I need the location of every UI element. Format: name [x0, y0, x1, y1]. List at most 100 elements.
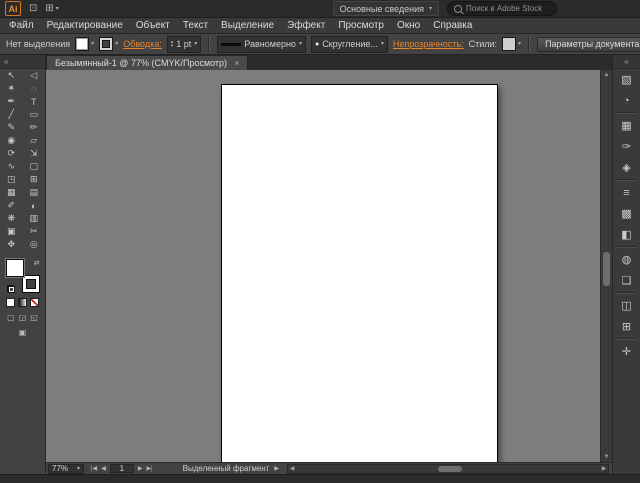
menu-edit[interactable]: Редактирование [47, 20, 123, 31]
opacity-panel-link[interactable]: Непрозрачность: [393, 39, 464, 49]
rotate-tool[interactable]: ⟳ [0, 147, 23, 160]
slice-tool[interactable]: ✂ [23, 225, 46, 238]
eyedropper-tool[interactable]: ✐ [0, 199, 23, 212]
color-fill-icon[interactable] [6, 298, 15, 307]
spinner-icons[interactable]: ▴ ▾ [171, 40, 174, 49]
next-artboard-button[interactable]: ▶ [138, 465, 143, 472]
menu-window[interactable]: Окно [397, 20, 420, 31]
selection-tool[interactable]: ↖ [0, 69, 23, 82]
perspective-grid-tool[interactable]: ⊞ [23, 173, 46, 186]
brush-definition-dropdown[interactable]: ● Скругление... ▾ [310, 35, 388, 53]
document-setup-button[interactable]: Параметры документа [537, 36, 640, 52]
stroke-color-well[interactable] [21, 275, 40, 293]
graphic-style-picker[interactable]: ▾ [502, 37, 521, 51]
column-graph-tool[interactable]: ▥ [23, 212, 46, 225]
none-fill-icon[interactable] [30, 298, 39, 307]
blob-brush-tool[interactable]: ◉ [0, 134, 23, 147]
symbols-panel-icon[interactable]: ◈ [613, 157, 640, 178]
collapse-panel-icon[interactable]: « [4, 57, 8, 66]
direct-selection-tool[interactable]: ◁ [23, 69, 46, 82]
artboard[interactable] [221, 84, 498, 462]
horizontal-scroll-thumb[interactable] [438, 465, 463, 472]
hand-tool[interactable]: ✥ [0, 238, 23, 251]
draw-behind-icon[interactable]: ◲ [19, 313, 27, 322]
scale-tool[interactable]: ⇲ [23, 147, 46, 160]
color-guide-panel-icon[interactable]: ◔ [613, 90, 640, 111]
stroke-panel-link[interactable]: Обводка: [123, 39, 162, 49]
zoom-level-dropdown[interactable]: 77% ▾ [48, 463, 84, 474]
color-panel-icon[interactable]: ▧ [613, 69, 640, 90]
bridge-icon[interactable]: ⊡ [29, 3, 37, 14]
scroll-right-icon[interactable]: ▶ [600, 465, 608, 473]
menu-view[interactable]: Просмотр [338, 20, 384, 31]
scroll-down-icon[interactable]: ▼ [601, 452, 612, 462]
scroll-up-icon[interactable]: ▲ [601, 70, 612, 80]
gradient-tool[interactable]: ▤ [23, 186, 46, 199]
magic-wand-tool[interactable]: ✶ [0, 82, 23, 95]
draw-normal-icon[interactable]: ▢ [7, 313, 15, 322]
transparency-panel-icon[interactable]: ◧ [613, 224, 640, 245]
stroke-color-picker[interactable]: ▾ [99, 37, 118, 51]
menu-help[interactable]: Справка [433, 20, 472, 31]
dock-header[interactable]: « [613, 55, 640, 69]
spin-down-icon[interactable]: ▾ [171, 44, 174, 49]
paintbrush-tool[interactable]: ✎ [0, 121, 23, 134]
layers-panel-icon[interactable]: ◫ [613, 295, 640, 316]
lasso-tool[interactable]: ◌ [23, 82, 46, 95]
line-segment-tool[interactable]: ╱ [0, 108, 23, 121]
width-tool[interactable]: ∿ [0, 160, 23, 173]
artboard-number-field[interactable]: 1 [109, 464, 134, 473]
status-display-dropdown[interactable]: Выделенный фрагмент ▶ [183, 464, 279, 473]
workspace-switcher[interactable]: Основные сведения ▾ [332, 1, 439, 16]
horizontal-scrollbar[interactable]: ◀ ▶ [287, 463, 609, 474]
expand-panels-icon[interactable]: « [624, 57, 628, 66]
vertical-scrollbar[interactable]: ▲ ▼ [600, 70, 612, 462]
swap-fill-stroke-icon[interactable]: ⇄ [34, 260, 40, 267]
blend-tool[interactable]: ◐ [23, 199, 46, 212]
pen-tool[interactable]: ✒ [0, 95, 23, 108]
gradient-panel-icon[interactable]: ▩ [613, 203, 640, 224]
last-artboard-button[interactable]: ▶| [146, 465, 152, 472]
menu-effect[interactable]: Эффект [287, 20, 325, 31]
gradient-fill-icon[interactable] [18, 298, 27, 307]
previous-artboard-button[interactable]: ◀ [101, 465, 106, 472]
tools-panel-header[interactable]: « [0, 55, 45, 69]
close-icon[interactable]: × [234, 58, 239, 68]
rectangle-tool[interactable]: ▭ [23, 108, 46, 121]
brushes-panel-icon[interactable]: ✑ [613, 136, 640, 157]
artboards-panel-icon[interactable]: ⊞ [613, 316, 640, 337]
canvas-area[interactable] [46, 70, 600, 462]
type-tool[interactable]: T [23, 95, 46, 108]
stock-search-box[interactable] [447, 1, 557, 16]
symbol-sprayer-tool[interactable]: ❋ [0, 212, 23, 225]
menu-type[interactable]: Текст [183, 20, 208, 31]
menu-object[interactable]: Объект [136, 20, 170, 31]
zoom-tool[interactable]: ◎ [23, 238, 46, 251]
eraser-tool[interactable]: ▱ [23, 134, 46, 147]
default-colors-icon[interactable] [6, 285, 15, 293]
menu-select[interactable]: Выделение [221, 20, 274, 31]
stock-search-input[interactable] [466, 4, 550, 13]
graphic-styles-panel-icon[interactable]: ❏ [613, 270, 640, 291]
width-profile-dropdown[interactable]: Равномерно ▾ [217, 35, 306, 53]
artboard-tool[interactable]: ▣ [0, 225, 23, 238]
navigator-panel-icon[interactable]: ✛ [613, 341, 640, 362]
fill-color-well[interactable] [5, 259, 24, 277]
appearance-panel-icon[interactable]: ◍ [613, 249, 640, 270]
free-transform-tool[interactable]: ▢ [23, 160, 46, 173]
pencil-tool[interactable]: ✏ [23, 121, 46, 134]
stroke-width-stepper[interactable]: ▴ ▾ 1 pt ▾ [166, 35, 202, 53]
menu-file[interactable]: Файл [9, 20, 34, 31]
scroll-left-icon[interactable]: ◀ [288, 465, 296, 473]
stroke-panel-icon[interactable]: ≡ [613, 182, 640, 203]
draw-inside-icon[interactable]: ◱ [30, 313, 38, 322]
first-artboard-button[interactable]: |◀ [91, 465, 97, 472]
mesh-tool[interactable]: ▦ [0, 186, 23, 199]
fill-color-picker[interactable]: ▾ [75, 37, 94, 51]
arrange-documents-icon[interactable]: ⊞ ▾ [45, 3, 58, 14]
shape-builder-tool[interactable]: ◳ [0, 173, 23, 186]
screen-mode-icon[interactable]: ▣ [19, 328, 27, 337]
swatches-panel-icon[interactable]: ▦ [613, 115, 640, 136]
document-tab[interactable]: Безымянный-1 @ 77% (CMYK/Просмотр) × [46, 55, 249, 70]
vertical-scroll-thumb[interactable] [603, 252, 610, 286]
